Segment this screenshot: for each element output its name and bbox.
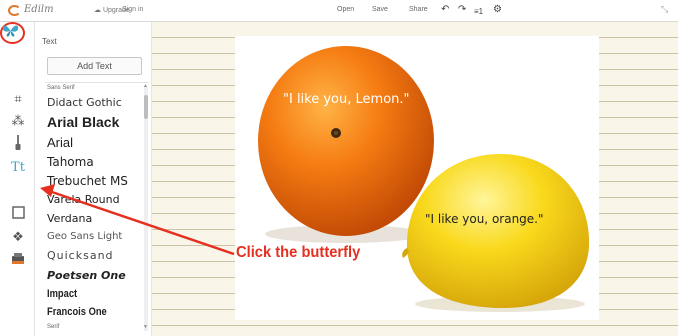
annotation-text: Click the butterfly [236,244,361,261]
font-item-didact-gothic[interactable]: Didact Gothic [47,96,122,109]
save-button[interactable]: Save [372,6,388,13]
font-item-poetsen-one[interactable]: Poetsen One [47,269,126,282]
undo-icon[interactable]: ↶ [441,3,449,17]
app-window: Edilm ☁ Upgrade Sign in Open Save Share … [0,0,678,336]
text-icon[interactable]: Tt [8,159,28,177]
gear-icon[interactable]: ⚙ [493,3,502,17]
fullscreen-icon[interactable]: ⤡ [661,4,668,15]
panel-title: Text [42,37,57,46]
caption-orange[interactable]: "I like you, orange." [425,212,544,226]
text-panel: Text Add Text Sans Serif Didact Gothic A… [35,22,152,336]
photo-canvas[interactable]: "I like you, Lemon." "I like you, orange… [235,36,599,320]
texture-icon[interactable]: ❖ [8,228,28,246]
scrollbar-thumb[interactable] [144,95,148,119]
font-category-label: Serif [47,324,60,330]
top-toolbar: Edilm ☁ Upgrade Sign in Open Save Share … [0,0,678,22]
font-item-francois-one[interactable]: Francois One [47,306,107,318]
share-button[interactable]: Share [409,6,428,13]
add-text-button[interactable]: Add Text [47,57,142,75]
caption-lemon[interactable]: "I like you, Lemon." [283,92,410,107]
logo-text: Edilm [24,4,54,15]
wand-icon[interactable]: ⁂ [8,112,28,130]
canvas-workspace: "I like you, Lemon." "I like you, orange… [152,22,678,336]
font-item-verdana[interactable]: Verdana [47,212,92,225]
font-item-impact[interactable]: Impact [47,288,77,300]
logo-swirl-icon [8,5,21,16]
fruit-photo [258,46,590,312]
brush-icon[interactable] [8,135,28,153]
font-item-quicksand[interactable]: Quicksand [47,249,114,262]
font-item-tahoma[interactable]: Tahoma [47,155,94,169]
signin-link[interactable]: Sign in [122,6,143,13]
font-item-varela-round[interactable]: Varela Round [47,193,120,206]
orange-fruit [258,46,434,236]
crop-icon[interactable]: ⌗ [8,90,28,108]
scroll-down-icon[interactable]: ▼ [143,324,148,330]
open-button[interactable]: Open [337,6,354,13]
app-logo[interactable]: Edilm [8,4,54,18]
tool-rail: ⌗ ⁂ Tt ❖ [0,22,35,336]
font-list-scrollbar[interactable] [144,87,148,331]
layers-button[interactable]: ≡1 [474,5,483,19]
sticker-icon[interactable] [8,251,28,269]
lemon-fruit [406,154,590,308]
font-item-arial-black[interactable]: Arial Black [47,114,119,130]
redo-icon[interactable]: ↷ [458,3,466,17]
butterfly-icon[interactable] [0,22,25,44]
font-item-arial[interactable]: Arial [47,135,73,150]
frame-icon[interactable] [8,206,28,224]
font-category-label: Sans Serif [47,85,75,91]
font-item-geo-sans-light[interactable]: Geo Sans Light [47,231,122,242]
font-item-trebuchet-ms[interactable]: Trebuchet MS [47,174,128,188]
layers-count: 1 [478,7,484,16]
font-list: Sans Serif Didact Gothic Arial Black Ari… [45,82,149,332]
